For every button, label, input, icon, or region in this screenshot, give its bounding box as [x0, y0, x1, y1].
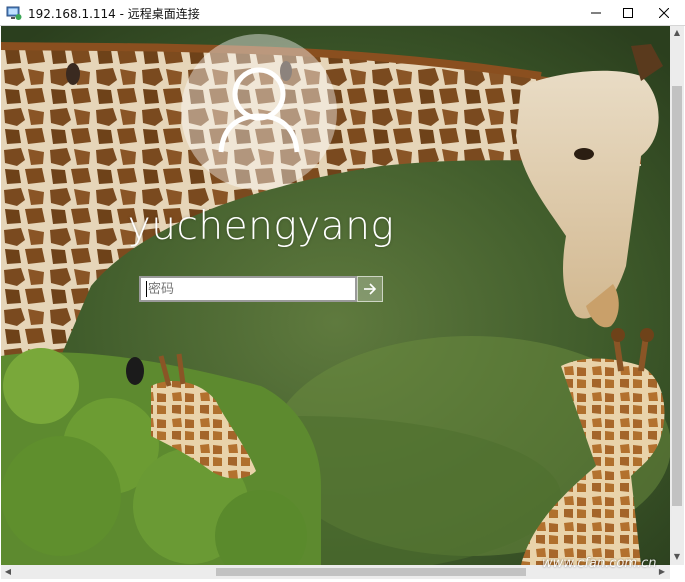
close-button[interactable] [648, 0, 680, 26]
password-field[interactable] [139, 276, 357, 302]
arrow-right-icon [364, 283, 377, 295]
horizontal-scroll-thumb[interactable] [216, 568, 526, 576]
minimize-button[interactable] [580, 0, 612, 26]
scroll-left-icon[interactable]: ◀ [2, 566, 14, 578]
scroll-down-icon[interactable]: ▼ [672, 551, 682, 563]
password-input[interactable] [141, 278, 355, 300]
close-icon [659, 8, 669, 18]
text-caret [146, 281, 147, 297]
remote-desktop-icon [6, 6, 22, 20]
vertical-scrollbar[interactable]: ▲ ▼ [670, 26, 684, 565]
submit-button[interactable] [357, 276, 383, 302]
maximize-button[interactable] [612, 0, 644, 26]
user-avatar [181, 34, 337, 190]
scroll-right-icon[interactable]: ▶ [656, 566, 668, 578]
scroll-up-icon[interactable]: ▲ [672, 27, 682, 39]
minimize-icon [591, 12, 601, 14]
user-silhouette-icon [218, 67, 300, 153]
maximize-icon [623, 8, 633, 18]
window-title: 192.168.1.114 - 远程桌面连接 [28, 7, 200, 21]
site-watermark: www.cfan.com.cn [542, 556, 657, 571]
user-name: yuchengyang [127, 204, 395, 249]
title-bar: 192.168.1.114 - 远程桌面连接 [0, 0, 685, 26]
vertical-scroll-thumb[interactable] [672, 86, 682, 506]
remote-desktop-viewport[interactable]: yuchengyang [1, 26, 670, 565]
